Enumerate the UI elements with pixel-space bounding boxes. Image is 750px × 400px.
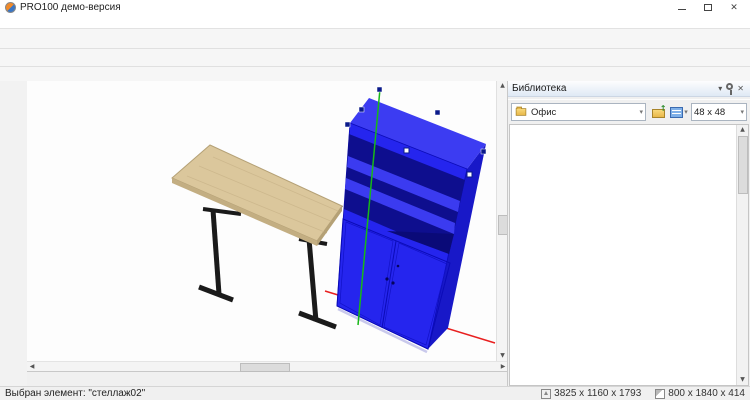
toolbar-view xyxy=(0,49,750,67)
chevron-down-icon: ▾ xyxy=(684,108,688,116)
thumb-size-value: 48 x 48 xyxy=(694,107,737,118)
element-dimensions: 800 x 1840 x 414 xyxy=(655,388,745,399)
scroll-down-icon[interactable]: ▼ xyxy=(737,375,748,385)
title-bar: PRO100 демо-версия ✕ xyxy=(0,0,750,14)
library-pin-button[interactable] xyxy=(724,87,735,90)
window-title: PRO100 демо-версия xyxy=(20,2,121,13)
desk-object[interactable] xyxy=(172,145,343,327)
chevron-down-icon[interactable]: ▾ xyxy=(740,108,744,116)
scroll-left-icon[interactable]: ◀ xyxy=(27,362,37,371)
library-header: Библиотека ▾ ✕ xyxy=(508,81,750,97)
library-close-button[interactable]: ✕ xyxy=(735,84,746,93)
folder-up-button[interactable] xyxy=(649,104,667,120)
chevron-down-icon[interactable]: ▾ xyxy=(639,108,643,116)
view-tab-strip xyxy=(27,371,508,387)
menu-bar xyxy=(0,14,750,29)
library-path-value: Офис xyxy=(531,107,636,118)
folder-icon xyxy=(516,108,527,116)
pin-icon xyxy=(726,83,733,90)
scroll-up-icon[interactable]: ▲ xyxy=(500,81,505,91)
tool-palette xyxy=(0,81,28,387)
scene-dimensions: 3825 x 1160 x 1793 xyxy=(541,388,641,399)
toolbar-standard xyxy=(0,29,750,49)
horizontal-scroll-thumb[interactable] xyxy=(240,363,290,372)
element-dimensions-value: 800 x 1840 x 414 xyxy=(668,388,745,399)
status-bar: Выбран элемент: "стеллаж02" 3825 x 1160 … xyxy=(0,386,750,400)
close-button[interactable]: ✕ xyxy=(729,2,739,12)
thumb-size-combobox[interactable]: 48 x 48 ▾ xyxy=(691,103,747,121)
maximize-button[interactable] xyxy=(703,2,713,12)
scene-3d[interactable] xyxy=(27,81,497,361)
library-controls: Офис ▾ ▾ 48 x 48 ▾ xyxy=(508,99,750,124)
scroll-up-icon[interactable]: ▲ xyxy=(737,125,748,135)
scene-dimensions-value: 3825 x 1160 x 1793 xyxy=(554,388,641,399)
library-scrollbar[interactable]: ▲ ▼ xyxy=(736,125,748,385)
room-size-icon xyxy=(541,389,551,399)
library-items-area: ▲ ▼ xyxy=(509,124,749,386)
library-scroll-thumb[interactable] xyxy=(738,136,748,194)
library-panel: Библиотека ▾ ✕ Офис ▾ ▾ 48 x 48 ▾ ▲ ▼ xyxy=(507,81,750,387)
viewport-3d-canvas[interactable]: ▲ ▼ xyxy=(27,81,508,361)
library-title: Библиотека xyxy=(512,83,716,94)
viewport-area: ▲ ▼ ◀ ▶ xyxy=(27,81,508,387)
folder-up-icon xyxy=(652,109,665,118)
view-mode-button[interactable]: ▾ xyxy=(670,104,688,120)
scroll-down-icon[interactable]: ▼ xyxy=(500,351,505,361)
element-size-icon xyxy=(655,389,665,399)
viewport-horizontal-scrollbar[interactable]: ◀ ▶ xyxy=(27,361,508,371)
view-mode-icon xyxy=(670,107,683,118)
app-icon xyxy=(5,2,16,13)
status-selected-element: Выбран элемент: "стеллаж02" xyxy=(5,388,527,399)
library-path-combobox[interactable]: Офис ▾ xyxy=(511,103,646,121)
window-controls: ✕ xyxy=(677,2,745,12)
library-menu-button[interactable]: ▾ xyxy=(716,84,724,93)
minimize-button[interactable] xyxy=(677,2,687,12)
